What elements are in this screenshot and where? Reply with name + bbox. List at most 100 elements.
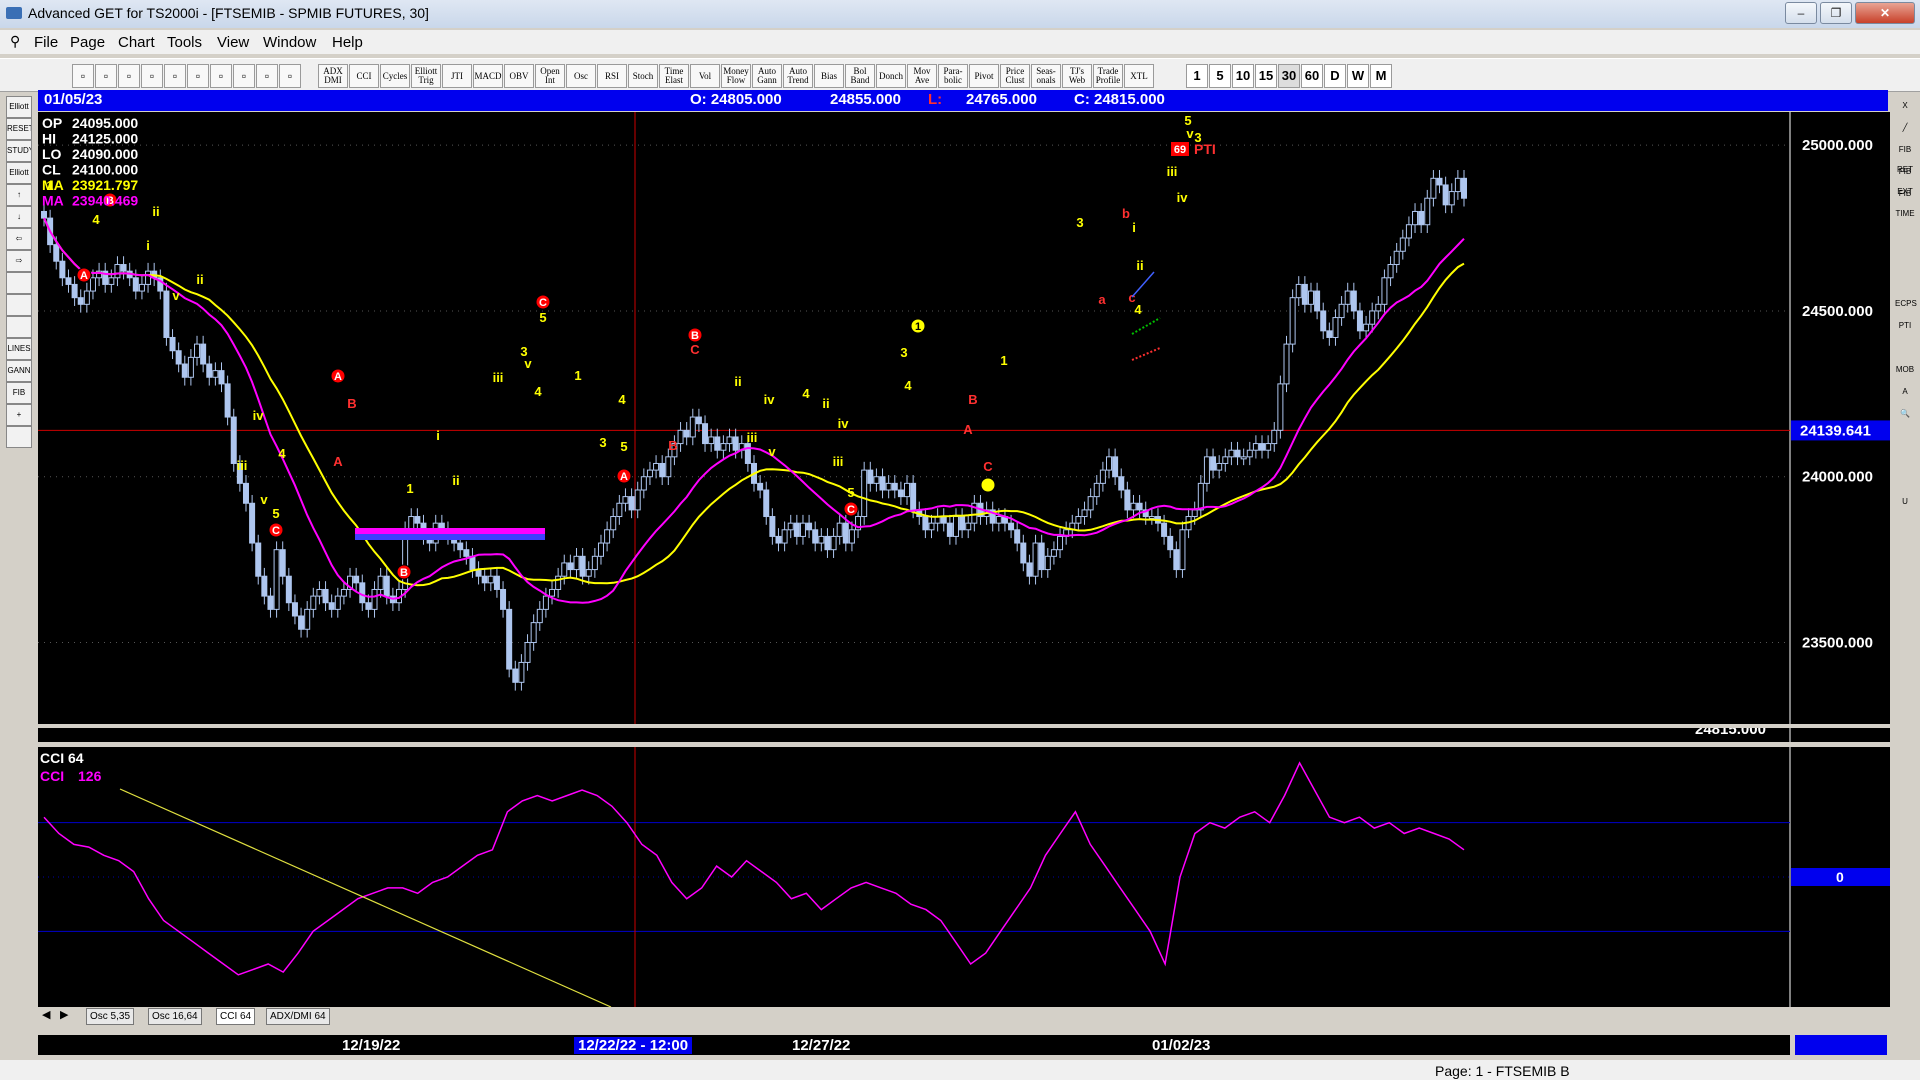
left-tool-button[interactable]: STUDY <box>6 140 32 162</box>
tab-cci-64[interactable]: CCI 64 <box>216 1008 256 1025</box>
right-tool-button[interactable] <box>1895 338 1915 358</box>
timeframe-D-button[interactable]: D <box>1324 64 1346 88</box>
toolbar-icon[interactable]: ▫ <box>233 64 255 88</box>
right-tool-button[interactable] <box>1895 448 1915 468</box>
tab-scroll-left-icon[interactable]: ◀ <box>42 1008 50 1021</box>
doc-icon[interactable]: ⚲ <box>10 33 20 50</box>
left-tool-button[interactable]: ↓ <box>6 206 32 228</box>
toolbar-icon[interactable]: ▫ <box>72 64 94 88</box>
study-cci-button[interactable]: CCI <box>349 64 379 88</box>
right-tool-button[interactable]: ECPS <box>1895 294 1917 314</box>
study-auto-trend-button[interactable]: Auto Trend <box>783 64 813 88</box>
left-tool-button[interactable] <box>6 426 32 448</box>
study-xtl-button[interactable]: XTL <box>1124 64 1154 88</box>
timeframe-60-button[interactable]: 60 <box>1301 64 1323 88</box>
right-tool-button[interactable]: FIB TIME <box>1895 184 1915 218</box>
left-tool-button[interactable]: Elliott <box>6 162 32 184</box>
menu-help[interactable]: Help <box>332 34 363 51</box>
right-tool-button[interactable] <box>1895 250 1915 270</box>
left-tool-button[interactable]: ⇨ <box>6 250 32 272</box>
study-vol-button[interactable]: Vol <box>690 64 720 88</box>
maximize-button[interactable]: ❐ <box>1820 2 1852 24</box>
close-button[interactable]: ✕ <box>1855 2 1915 24</box>
study-mov-ave-button[interactable]: Mov Ave <box>907 64 937 88</box>
left-tool-button[interactable]: RESET <box>6 118 32 140</box>
left-tool-button[interactable]: GANN <box>6 360 32 382</box>
tab-adx-dmi-64[interactable]: ADX/DMI 64 <box>266 1008 330 1025</box>
menu-file[interactable]: File <box>34 34 58 51</box>
left-tool-button[interactable]: ↑ <box>6 184 32 206</box>
study-price-clust-button[interactable]: Price Clust <box>1000 64 1030 88</box>
timeframe-15-button[interactable]: 15 <box>1255 64 1277 88</box>
study-jti-button[interactable]: JTI <box>442 64 472 88</box>
toolbar-icon[interactable]: ▫ <box>256 64 278 88</box>
study-donch-button[interactable]: Donch <box>876 64 906 88</box>
study-cycles-button[interactable]: Cycles <box>380 64 410 88</box>
study-seas-onals-button[interactable]: Seas-onals <box>1031 64 1061 88</box>
study-stoch-button[interactable]: Stoch <box>628 64 658 88</box>
timeframe-W-button[interactable]: W <box>1347 64 1369 88</box>
menu-page[interactable]: Page <box>70 34 105 51</box>
study-trade-profile-button[interactable]: Trade Profile <box>1093 64 1123 88</box>
right-tool-button[interactable]: U <box>1895 492 1915 512</box>
study-money-flow-button[interactable]: Money Flow <box>721 64 751 88</box>
menu-tools[interactable]: Tools <box>167 34 202 51</box>
right-tool-button[interactable]: A <box>1895 382 1915 402</box>
menu-window[interactable]: Window <box>263 34 316 51</box>
left-tool-button[interactable]: + <box>6 404 32 426</box>
toolbar-icon[interactable]: ▫ <box>141 64 163 88</box>
toolbar-icon[interactable]: ▫ <box>95 64 117 88</box>
toolbar-icon[interactable]: ▫ <box>210 64 232 88</box>
right-tool-button[interactable]: MOB <box>1895 360 1915 380</box>
study-tj-s-web-button[interactable]: TJ's Web <box>1062 64 1092 88</box>
right-tool-button[interactable]: ╱ <box>1895 118 1915 138</box>
menu-view[interactable]: View <box>217 34 249 51</box>
study-para-bolic-button[interactable]: Para-bolic <box>938 64 968 88</box>
timeframe-30-button[interactable]: 30 <box>1278 64 1300 88</box>
study-bias-button[interactable]: Bias <box>814 64 844 88</box>
toolbar-icon[interactable]: ▫ <box>164 64 186 88</box>
study-osc-button[interactable]: Osc <box>566 64 596 88</box>
right-tool-button[interactable] <box>1895 272 1915 292</box>
left-tool-button[interactable]: Elliott <box>6 96 32 118</box>
price-chart[interactable]: 25000.000 24500.000 24000.000 23500.000 2413… <box>38 112 1890 742</box>
left-tool-button[interactable] <box>6 316 32 338</box>
left-tool-button[interactable] <box>6 294 32 316</box>
minimize-button[interactable]: – <box>1785 2 1817 24</box>
toolbar-icon[interactable]: ▫ <box>187 64 209 88</box>
study-open-int-button[interactable]: Open Int <box>535 64 565 88</box>
study-obv-button[interactable]: OBV <box>504 64 534 88</box>
study-time-elast-button[interactable]: Time Elast <box>659 64 689 88</box>
right-tool-button[interactable]: 🔍 <box>1895 404 1915 424</box>
timeframe-5-button[interactable]: 5 <box>1209 64 1231 88</box>
left-tool-button[interactable]: ⇦ <box>6 228 32 250</box>
study-rsi-button[interactable]: RSI <box>597 64 627 88</box>
tab-scroll-right-icon[interactable]: ▶ <box>60 1008 68 1021</box>
timeframe-10-button[interactable]: 10 <box>1232 64 1254 88</box>
toolbar-icon[interactable]: ▫ <box>279 64 301 88</box>
right-tool-button[interactable]: PTI <box>1895 316 1915 336</box>
cci-chart[interactable]: 0 CCI 64 CCI 126 <box>38 747 1890 1007</box>
left-tool-button[interactable] <box>6 272 32 294</box>
right-tool-button[interactable]: X <box>1895 96 1915 116</box>
right-tool-button[interactable] <box>1895 206 1915 226</box>
timeframe-M-button[interactable]: M <box>1370 64 1392 88</box>
study-elliott-trig-button[interactable]: Elliott Trig <box>411 64 441 88</box>
study-adx-dmi-button[interactable]: ADX DMI <box>318 64 348 88</box>
tab-osc-16-64[interactable]: Osc 16,64 <box>148 1008 202 1025</box>
study-macd-button[interactable]: MACD <box>473 64 503 88</box>
right-tool-button[interactable] <box>1895 426 1915 446</box>
timeframe-1-button[interactable]: 1 <box>1186 64 1208 88</box>
study-bol-band-button[interactable]: Bol Band <box>845 64 875 88</box>
right-tool-button[interactable] <box>1895 470 1915 490</box>
left-tool-button[interactable]: LINES <box>6 338 32 360</box>
study-auto-gann-button[interactable]: Auto Gann <box>752 64 782 88</box>
left-tool-button[interactable]: FIB <box>6 382 32 404</box>
menu-chart[interactable]: Chart <box>118 34 155 51</box>
study-pivot-button[interactable]: Pivot <box>969 64 999 88</box>
right-tool-button[interactable]: FIB RET <box>1895 140 1915 174</box>
right-tool-button[interactable]: FIB EXT <box>1895 162 1915 196</box>
tab-osc-5-35[interactable]: Osc 5,35 <box>86 1008 135 1025</box>
right-tool-button[interactable] <box>1895 228 1915 248</box>
toolbar-icon[interactable]: ▫ <box>118 64 140 88</box>
